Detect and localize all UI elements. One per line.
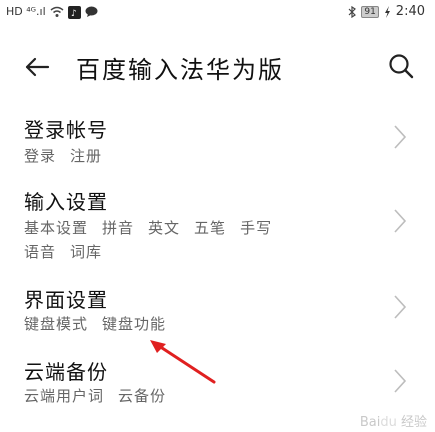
chevron-right-icon xyxy=(394,209,407,233)
sub-label: 云端用户词 xyxy=(24,387,105,405)
wifi-icon xyxy=(50,6,64,17)
item-subtitle: 登录 注册 xyxy=(24,144,116,168)
tiktok-icon: ♪ xyxy=(67,5,81,19)
charging-icon xyxy=(384,5,390,18)
watermark-logo: Baidu 经验 xyxy=(359,415,427,430)
sub-label: 注册 xyxy=(70,147,103,165)
sub-label: 拼音 xyxy=(102,219,135,237)
sub-label: 五笔 xyxy=(194,219,227,237)
item-subtitle: 键盘模式 键盘功能 xyxy=(24,312,180,336)
sub-label: 键盘模式 xyxy=(24,315,89,333)
item-title: 界面设置 xyxy=(24,288,108,312)
back-arrow-icon[interactable] xyxy=(22,52,52,82)
sub-label: 基本设置 xyxy=(24,219,89,237)
item-title: 输入设置 xyxy=(24,190,108,214)
sub-label: 词库 xyxy=(70,243,103,261)
bluetooth-icon xyxy=(348,5,357,18)
chevron-right-icon xyxy=(394,369,407,393)
sub-label: 登录 xyxy=(24,147,57,165)
chat-icon xyxy=(85,6,98,17)
svg-text:♪: ♪ xyxy=(71,9,77,19)
sub-label: 手写 xyxy=(240,219,273,237)
item-subtitle: 云端用户词 云备份 xyxy=(24,384,180,408)
item-title: 云端备份 xyxy=(24,360,108,384)
search-icon[interactable] xyxy=(387,52,415,80)
page-title: 百度输入法华为版 xyxy=(76,56,284,84)
sub-label: 语音 xyxy=(24,243,57,261)
sub-label: 英文 xyxy=(148,219,181,237)
network-indicator: HD ⁴ᴳ.ıl xyxy=(6,5,46,18)
list-item-account[interactable]: 登录帐号 登录 注册 xyxy=(0,108,435,178)
list-item-input-settings[interactable]: 输入设置 基本设置 拼音 英文 五笔 手写 语音 词库 xyxy=(0,182,435,270)
chevron-right-icon xyxy=(394,295,407,319)
item-title: 登录帐号 xyxy=(24,118,108,142)
item-subtitle-2: 语音 词库 xyxy=(24,240,116,264)
sub-label: 云备份 xyxy=(118,387,167,405)
status-bar: HD ⁴ᴳ.ıl ♪ 91 2:40 xyxy=(0,0,435,26)
status-time: 2:40 xyxy=(395,4,425,19)
annotation-arrow-icon xyxy=(150,340,216,384)
title-bar: 百度输入法华为版 xyxy=(0,40,435,96)
chevron-right-icon xyxy=(394,125,407,149)
item-subtitle: 基本设置 拼音 英文 五笔 手写 xyxy=(24,216,286,240)
battery-indicator: 91 xyxy=(361,5,379,18)
status-right: 91 2:40 xyxy=(348,4,425,19)
status-left: HD ⁴ᴳ.ıl ♪ xyxy=(6,4,98,20)
sub-label: 键盘功能 xyxy=(102,315,167,333)
